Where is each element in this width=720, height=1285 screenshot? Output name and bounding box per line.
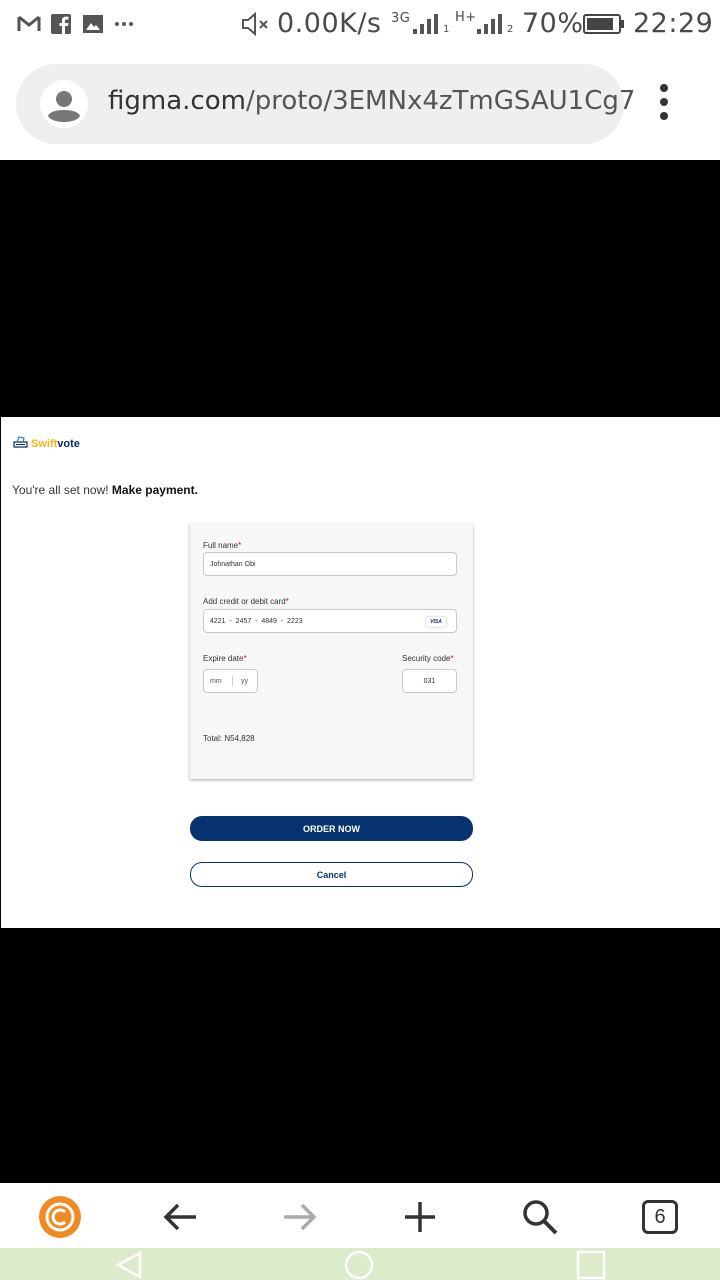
forward-arrow-icon[interactable] (278, 1195, 322, 1239)
brand-suffix: vote (57, 438, 80, 450)
order-now-button[interactable]: ORDER NOW (190, 816, 473, 841)
card-number-value: 4221 - 2457 - 4849 - 2223 (210, 617, 303, 625)
security-code-input[interactable]: 031 (402, 669, 457, 693)
status-bar: 0.00K/s 3G 1 H+ 2 70% 22:29 (0, 0, 720, 48)
swiftvote-logo: Swiftvote (13, 435, 80, 453)
expire-month-field[interactable]: mm (210, 678, 222, 685)
signal-icon (410, 12, 442, 36)
expire-date-label: Expire date* (203, 654, 247, 663)
more-icon (114, 12, 134, 36)
cancel-button[interactable]: Cancel (190, 862, 473, 887)
payment-screen: Swiftvote You're all set now! Make payme… (1, 417, 720, 928)
brand-name: Swiftvote (31, 438, 80, 450)
order-total: Total: N54,828 (203, 734, 255, 743)
sim-2-label: 2 (507, 24, 514, 35)
gallery-icon (82, 12, 104, 36)
full-name-input[interactable]: Johnathan Obi (203, 552, 457, 576)
overflow-menu-icon[interactable] (652, 84, 676, 124)
battery-percent: 70% (522, 8, 584, 39)
security-code-label: Security code* (402, 654, 454, 663)
prototype-backdrop-top (0, 160, 720, 417)
sim-1-label: 1 (443, 24, 450, 35)
nav-home-icon[interactable] (344, 1250, 374, 1280)
visa-icon: VISA (426, 617, 446, 627)
browser-home-icon[interactable] (38, 1195, 82, 1239)
system-navigation-bar (0, 1248, 720, 1280)
browser-toolbar: 6 (0, 1183, 720, 1248)
expire-year-field[interactable]: yy (241, 678, 248, 685)
back-arrow-icon[interactable] (158, 1195, 202, 1239)
nav-recents-icon[interactable] (576, 1250, 606, 1280)
intro-plain: You're all set now! (12, 483, 109, 497)
full-name-value: Johnathan Obi (210, 560, 256, 568)
tab-count: 6 (642, 1200, 678, 1234)
new-tab-plus-icon[interactable] (398, 1195, 442, 1239)
clock: 22:29 (633, 8, 714, 39)
intro-bold: Make payment. (111, 483, 198, 497)
gmail-icon (16, 12, 42, 36)
full-name-label: Full name* (203, 541, 242, 550)
card-number-input[interactable]: 4221 - 2457 - 4849 - 2223 VISA (203, 609, 457, 633)
battery-icon (582, 12, 626, 36)
nav-back-icon[interactable] (114, 1250, 144, 1280)
data-speed: 0.00K/s (277, 8, 382, 39)
security-code-value: 031 (423, 677, 436, 685)
ballot-box-icon (13, 435, 28, 453)
tabs-counter-icon[interactable]: 6 (638, 1195, 682, 1239)
facebook-icon (50, 12, 72, 36)
expire-divider (232, 676, 233, 686)
expire-date-input[interactable]: mm yy (203, 669, 258, 693)
payment-form-card: Full name* Johnathan Obi Add credit or d… (190, 524, 473, 779)
url-path: /proto/3EMNx4zTmGSAU1Cg7 (245, 86, 636, 116)
search-icon[interactable] (518, 1195, 562, 1239)
prototype-backdrop-bottom (0, 928, 720, 1183)
mute-icon (240, 12, 272, 36)
card-label: Add credit or debit card* (203, 597, 289, 606)
network-type-1: 3G (391, 11, 411, 26)
url-text[interactable]: figma.com/proto/3EMNx4zTmGSAU1Cg7 (108, 86, 635, 116)
signal-icon-2 (474, 12, 506, 36)
url-domain: figma.com (108, 86, 246, 116)
address-bar[interactable]: figma.com/proto/3EMNx4zTmGSAU1Cg7 (16, 64, 635, 144)
site-identity-icon[interactable] (40, 80, 88, 128)
intro-text: You're all set now! Make payment. (12, 483, 198, 497)
brand-prefix: Swift (31, 438, 58, 450)
